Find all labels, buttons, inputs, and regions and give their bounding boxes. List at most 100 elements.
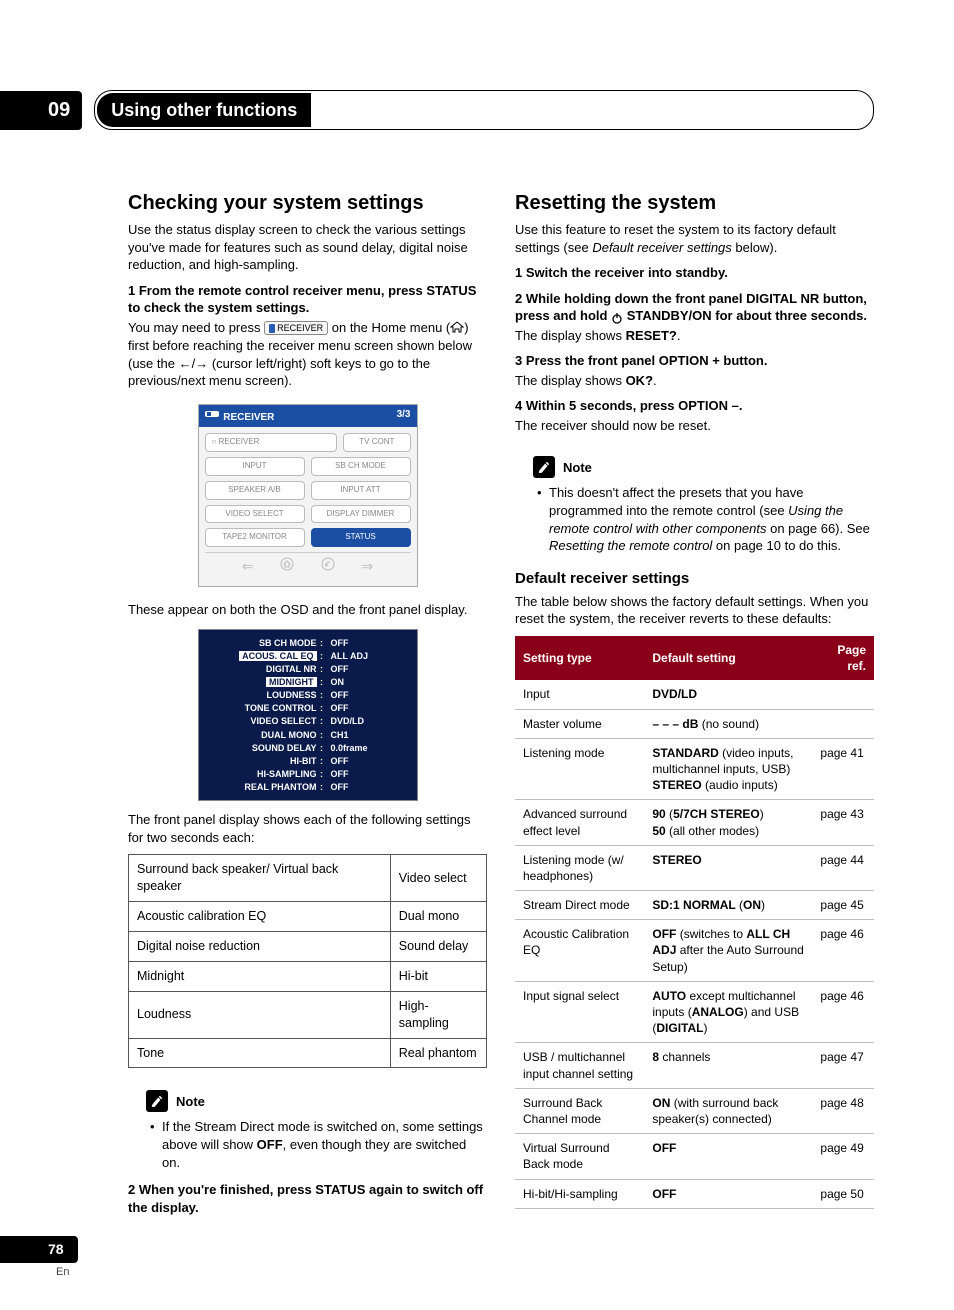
step2: 2 When you're finished, press STATUS aga… (128, 1181, 487, 1216)
table-cell: Real phantom (390, 1038, 486, 1068)
osd-cell: INPUT ATT (311, 481, 411, 500)
table-cell: Acoustic calibration EQ (129, 902, 391, 932)
osd-cell: ○ RECEIVER (205, 433, 338, 452)
arrow-left-icon: ⇐ (242, 557, 254, 576)
osd-cell: TV CONT (343, 433, 410, 452)
osd-list-row: DIGITAL NR:OFF (209, 663, 407, 675)
osd-cell: SPEAKER A/B (205, 481, 305, 500)
receiver-btn-label: RECEIVER (277, 323, 323, 334)
r-step3: 3 Press the front panel OPTION + button. (515, 352, 874, 370)
txt: The display shows (515, 328, 626, 343)
intro-right: Use this feature to reset the system to … (515, 221, 874, 256)
txt: on the Home menu ( (332, 320, 451, 335)
cell-setting-type: Listening mode (w/ headphones) (515, 845, 644, 890)
cell-page-ref: page 43 (812, 800, 874, 845)
cell-page-ref: page 46 (812, 920, 874, 982)
osd-list-row: HI-SAMPLING:OFF (209, 768, 407, 780)
osd-header: RECEIVER 3/3 (199, 405, 417, 428)
table-row: InputDVD/LD (515, 680, 874, 709)
table-row: Acoustic calibration EQDual mono (129, 902, 487, 932)
step1: 1 From the remote control receiver menu,… (128, 282, 487, 317)
table-cell: Tone (129, 1038, 391, 1068)
table-cell: High-sampling (390, 991, 486, 1038)
th-page-ref: Page ref. (812, 636, 874, 680)
cell-setting-type: Master volume (515, 709, 644, 738)
heading-defaults: Default receiver settings (515, 569, 874, 589)
txt-em: Resetting the remote control (549, 538, 712, 553)
cell-page-ref: page 50 (812, 1179, 874, 1208)
r-step4-sub: The receiver should now be reset. (515, 417, 874, 435)
after-list: The front panel display shows each of th… (128, 811, 487, 846)
txt: . (677, 328, 681, 343)
cell-default: OFF (644, 1179, 812, 1208)
txt-bold: OK? (626, 373, 653, 388)
home-nav-icon (280, 557, 294, 576)
osd-list-row: DUAL MONO:CH1 (209, 729, 407, 741)
arrow-right-icon: ⇒ (361, 557, 373, 576)
table-row: ToneReal phantom (129, 1038, 487, 1068)
intro-left: Use the status display screen to check t… (128, 221, 487, 274)
table-row: Surround back speaker/ Virtual back spea… (129, 855, 487, 902)
txt-em: Default receiver settings (592, 240, 731, 255)
osd-cell-status-active: STATUS (311, 528, 411, 547)
osd-cell-label: RECEIVER (219, 437, 260, 446)
r-step4: 4 Within 5 seconds, press OPTION –. (515, 397, 874, 415)
cell-default: OFF (644, 1134, 812, 1179)
osd-settings-list: SB CH MODE:OFFACOUS. CAL EQ:ALL ADJDIGIT… (198, 629, 418, 802)
cell-setting-type: USB / multichannel input channel setting (515, 1043, 644, 1088)
remote-icon (205, 408, 221, 420)
note-tag: Note (146, 1090, 205, 1112)
table-row: Digital noise reductionSound delay (129, 932, 487, 962)
note-list-right: This doesn't affect the presets that you… (537, 484, 874, 554)
th-default: Default setting (644, 636, 812, 680)
table-cell: Dual mono (390, 902, 486, 932)
page-footer: 78 En (0, 1236, 78, 1280)
note-label: Note (176, 1093, 205, 1111)
table-row: Hi-bit/Hi-samplingOFFpage 50 (515, 1179, 874, 1208)
osd-list-row: ACOUS. CAL EQ:ALL ADJ (209, 650, 407, 662)
osd-list-row: LOUDNESS:OFF (209, 689, 407, 701)
osd-list-row: TONE CONTROL:OFF (209, 702, 407, 714)
note-label: Note (563, 459, 592, 477)
table-row: MidnightHi-bit (129, 961, 487, 991)
txt: You may need to press (128, 320, 264, 335)
osd-cell: TAPE2 MONITOR (205, 528, 305, 547)
after-osd: These appear on both the OSD and the fro… (128, 601, 487, 619)
cell-setting-type: Hi-bit/Hi-sampling (515, 1179, 644, 1208)
cell-page-ref: page 41 (812, 738, 874, 800)
cell-default: SD:1 NORMAL (ON) (644, 891, 812, 920)
cursor-arrows-icon: ←/→ (179, 356, 209, 371)
note-item: This doesn't affect the presets that you… (537, 484, 874, 554)
cell-default: OFF (switches to ALL CH ADJ after the Au… (644, 920, 812, 982)
cell-setting-type: Stream Direct mode (515, 891, 644, 920)
osd-cell: SB CH MODE (311, 457, 411, 476)
note-icon (146, 1090, 168, 1112)
osd-list-row: SOUND DELAY:0.0frame (209, 742, 407, 754)
cell-setting-type: Acoustic Calibration EQ (515, 920, 644, 982)
note-list-left: If the Stream Direct mode is switched on… (150, 1118, 487, 1171)
table-row: Virtual Surround Back modeOFFpage 49 (515, 1134, 874, 1179)
table-row: Listening mode (w/ headphones)STEREOpage… (515, 845, 874, 890)
table-cell: Midnight (129, 961, 391, 991)
home-icon (450, 320, 464, 338)
table-cell: Surround back speaker/ Virtual back spea… (129, 855, 391, 902)
table-row: Stream Direct modeSD:1 NORMAL (ON)page 4… (515, 891, 874, 920)
cell-setting-type: Listening mode (515, 738, 644, 800)
cell-setting-type: Surround Back Channel mode (515, 1088, 644, 1133)
txt-bold: RESET? (626, 328, 677, 343)
r-step3-sub: The display shows OK?. (515, 372, 874, 390)
table-row: USB / multichannel input channel setting… (515, 1043, 874, 1088)
cell-setting-type: Advanced surround effect level (515, 800, 644, 845)
txt-bold: OFF (257, 1137, 283, 1152)
note-tag-right: Note (533, 456, 592, 478)
receiver-remote-button: RECEIVER (264, 321, 328, 335)
cell-page-ref: page 44 (812, 845, 874, 890)
table-cell: Loudness (129, 991, 391, 1038)
cell-default: 90 (5/7CH STEREO)50 (all other modes) (644, 800, 812, 845)
cell-page-ref: page 47 (812, 1043, 874, 1088)
cell-page-ref (812, 709, 874, 738)
osd-list-row: SB CH MODE:OFF (209, 637, 407, 649)
cell-page-ref: page 49 (812, 1134, 874, 1179)
cell-page-ref (812, 680, 874, 709)
left-column: Checking your system settings Use the st… (128, 190, 487, 1224)
